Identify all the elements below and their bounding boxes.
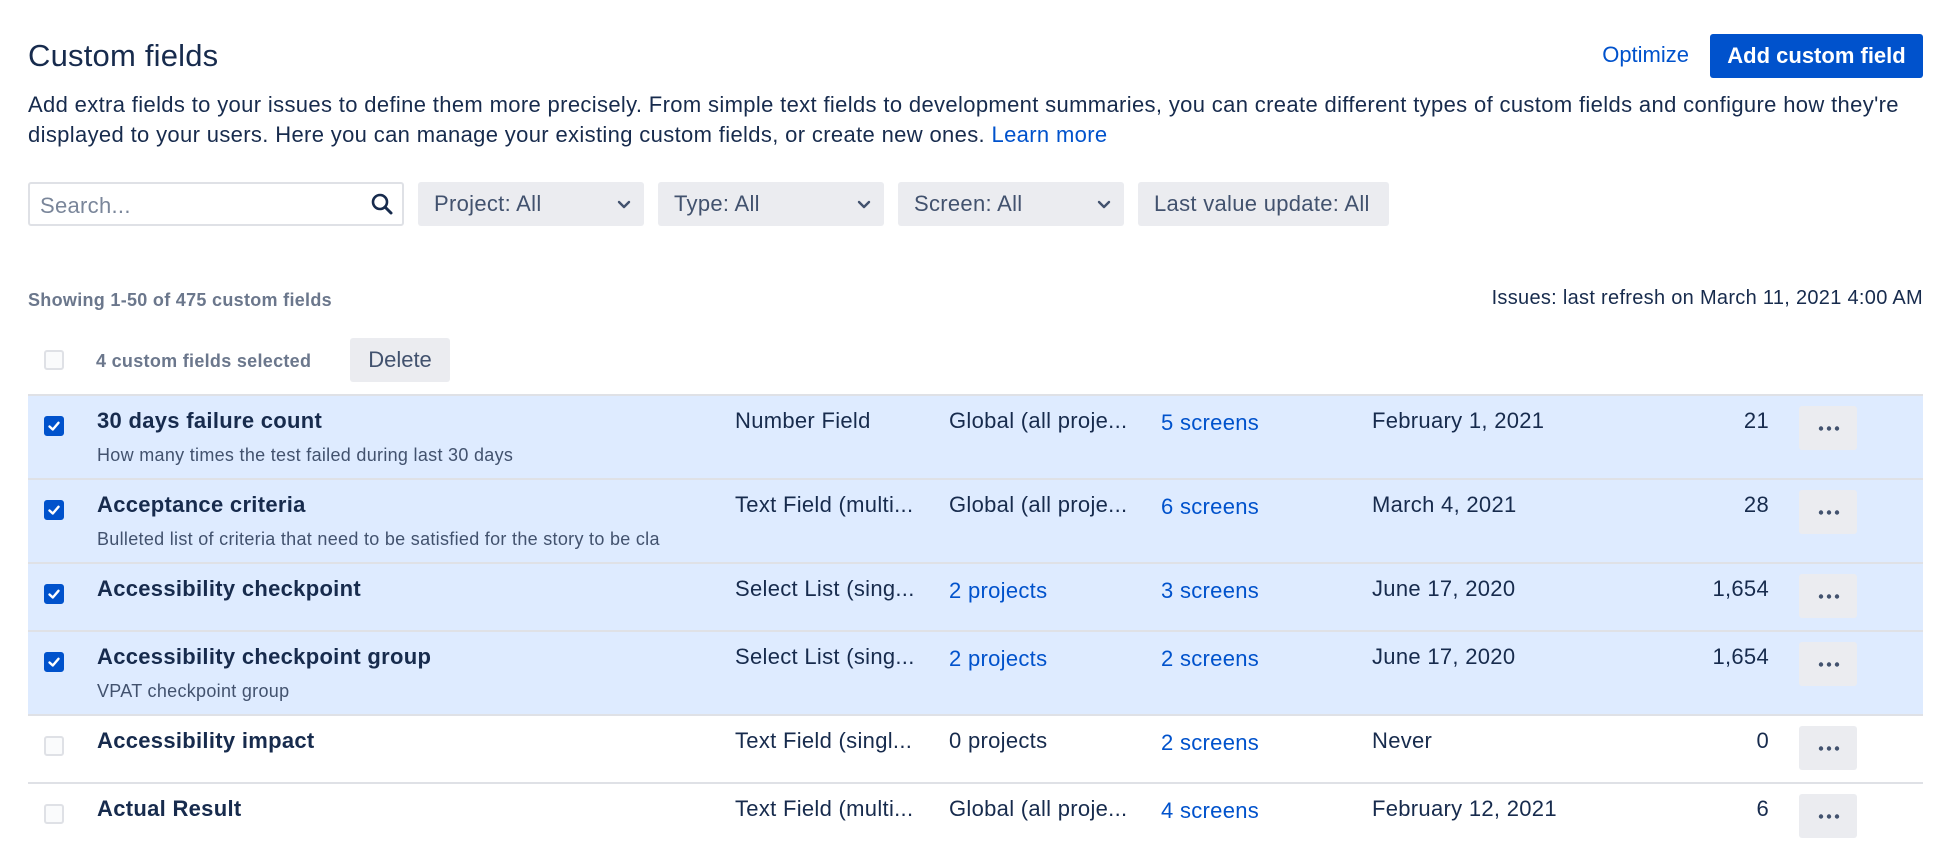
more-actions-button[interactable] — [1799, 642, 1857, 686]
field-issue-count: 6 — [1756, 796, 1769, 821]
field-description: VPAT checkpoint group — [97, 681, 290, 701]
search-input[interactable]: Search... — [28, 182, 404, 226]
last-value-update-label: Last value update: All — [1154, 191, 1370, 216]
chevron-down-icon — [1097, 200, 1111, 209]
page-title: Custom fields — [28, 38, 219, 73]
field-issue-count: 1,654 — [1712, 576, 1769, 601]
field-last-update: March 4, 2021 — [1372, 492, 1517, 517]
field-screens-link[interactable]: 3 screens — [1161, 578, 1259, 604]
row-checkbox[interactable] — [44, 736, 64, 756]
page-header: Custom fields Optimize Add custom field — [28, 34, 1923, 78]
field-issue-count: 1,654 — [1712, 644, 1769, 669]
project-filter-label: Project: All — [434, 191, 542, 216]
field-type: Text Field (multi... — [735, 492, 914, 517]
selected-count: 4 custom fields selected — [96, 351, 312, 371]
field-context: 0 projects — [949, 728, 1048, 753]
field-issue-count: 0 — [1756, 728, 1769, 753]
custom-fields-page: Custom fields Optimize Add custom field … — [28, 0, 1923, 850]
row-checkbox[interactable] — [44, 416, 64, 436]
more-actions-button[interactable] — [1799, 726, 1857, 770]
field-name: Accessibility checkpoint group — [97, 644, 432, 669]
field-description: How many times the test failed during la… — [97, 445, 514, 465]
field-last-update: Never — [1372, 728, 1433, 753]
chevron-down-icon — [617, 200, 631, 209]
field-screens-link[interactable]: 2 screens — [1161, 646, 1259, 672]
row-checkbox[interactable] — [44, 584, 64, 604]
field-context: Global (all proje... — [949, 408, 1128, 433]
search-placeholder: Search... — [40, 193, 131, 218]
field-context-link[interactable]: 2 projects — [949, 646, 1047, 672]
more-icon — [1818, 662, 1840, 667]
type-filter-dropdown[interactable]: Type: All — [658, 182, 884, 226]
learn-more-link[interactable]: Learn more — [992, 122, 1108, 147]
field-context: Global (all proje... — [949, 492, 1128, 517]
more-icon — [1818, 746, 1840, 751]
field-description: Bulleted list of criteria that need to b… — [97, 529, 660, 549]
results-count: Showing 1-50 of 475 custom fields — [28, 290, 332, 310]
table-row[interactable]: 30 days failure count How many times the… — [28, 394, 1923, 478]
field-name: Accessibility checkpoint — [97, 576, 361, 601]
row-checkbox[interactable] — [44, 500, 64, 520]
field-name: Accessibility impact — [97, 728, 315, 753]
optimize-link[interactable]: Optimize — [1602, 42, 1689, 68]
custom-fields-table: 30 days failure count How many times the… — [28, 394, 1923, 850]
field-last-update: February 12, 2021 — [1372, 796, 1557, 821]
more-icon — [1818, 510, 1840, 515]
add-custom-field-button[interactable]: Add custom field — [1710, 34, 1923, 78]
type-filter-label: Type: All — [674, 191, 760, 216]
delete-button[interactable]: Delete — [350, 338, 450, 382]
field-screens-link[interactable]: 6 screens — [1161, 494, 1259, 520]
field-type: Select List (sing... — [735, 644, 915, 669]
more-actions-button[interactable] — [1799, 574, 1857, 618]
field-type: Text Field (multi... — [735, 796, 914, 821]
table-row[interactable]: Accessibility impact Text Field (singl..… — [28, 714, 1923, 782]
field-type: Select List (sing... — [735, 576, 915, 601]
screen-filter-dropdown[interactable]: Screen: All — [898, 182, 1124, 226]
table-row[interactable]: Accessibility checkpoint group VPAT chec… — [28, 630, 1923, 714]
more-actions-button[interactable] — [1799, 406, 1857, 450]
field-name: Acceptance criteria — [97, 492, 306, 517]
more-icon — [1818, 426, 1840, 431]
row-checkbox[interactable] — [44, 804, 64, 824]
more-actions-button[interactable] — [1799, 490, 1857, 534]
more-icon — [1818, 814, 1840, 819]
field-screens-link[interactable]: 4 screens — [1161, 798, 1259, 824]
field-screens-link[interactable]: 5 screens — [1161, 410, 1259, 436]
field-last-update: February 1, 2021 — [1372, 408, 1545, 433]
page-description: Add extra fields to your issues to defin… — [28, 90, 1923, 150]
more-icon — [1818, 594, 1840, 599]
selection-bar: 4 custom fields selected Delete — [28, 338, 1923, 382]
chevron-down-icon — [857, 200, 871, 209]
table-row[interactable]: Acceptance criteria Bulleted list of cri… — [28, 478, 1923, 562]
refresh-status: Issues: last refresh on March 11, 2021 4… — [1491, 287, 1923, 309]
field-last-update: June 17, 2020 — [1372, 576, 1516, 601]
field-issue-count: 21 — [1743, 408, 1769, 433]
field-issue-count: 28 — [1743, 492, 1769, 517]
field-name: 30 days failure count — [97, 408, 323, 433]
table-row[interactable]: Actual Result Text Field (multi... Globa… — [28, 782, 1923, 850]
project-filter-dropdown[interactable]: Project: All — [418, 182, 644, 226]
field-last-update: June 17, 2020 — [1372, 644, 1516, 669]
description-text: Add extra fields to your issues to defin… — [28, 92, 1899, 147]
search-icon[interactable] — [370, 192, 394, 216]
field-context: Global (all proje... — [949, 796, 1128, 821]
field-name: Actual Result — [97, 796, 242, 821]
select-all-checkbox[interactable] — [44, 350, 64, 370]
screen-filter-label: Screen: All — [914, 191, 1023, 216]
last-value-update-filter[interactable]: Last value update: All — [1138, 182, 1389, 226]
row-checkbox[interactable] — [44, 652, 64, 672]
field-context-link[interactable]: 2 projects — [949, 578, 1047, 604]
field-type: Text Field (singl... — [735, 728, 913, 753]
table-row[interactable]: Accessibility checkpoint Select List (si… — [28, 562, 1923, 630]
field-screens-link[interactable]: 2 screens — [1161, 730, 1259, 756]
more-actions-button[interactable] — [1799, 794, 1857, 838]
field-type: Number Field — [735, 408, 871, 433]
filter-bar: Search... Project: All Type: All Screen:… — [28, 182, 1923, 226]
